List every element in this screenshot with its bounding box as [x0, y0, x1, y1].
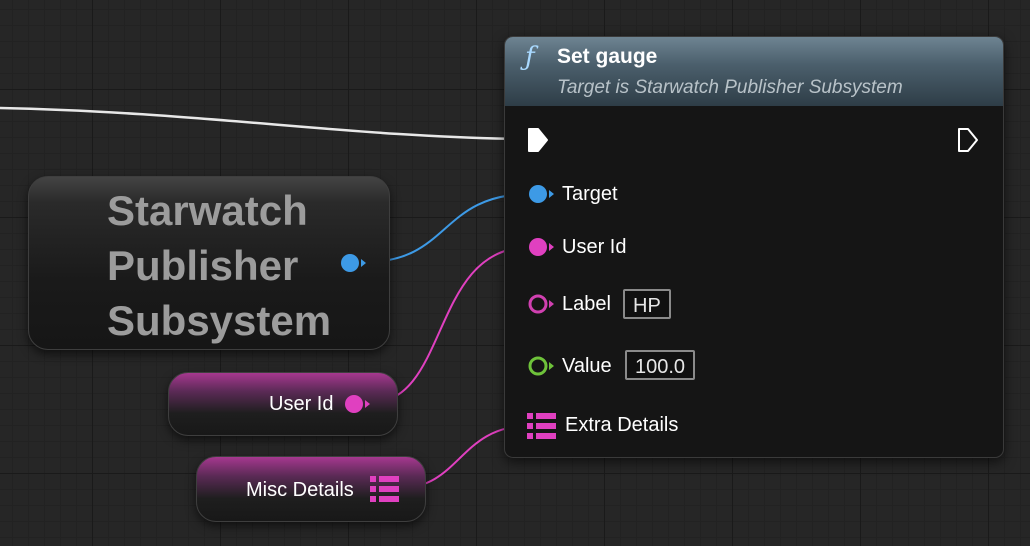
- user-id-output-pin-icon[interactable]: [343, 393, 371, 415]
- exec-in-pin-icon[interactable]: [527, 127, 549, 153]
- subsystem-variable-node[interactable]: Starwatch Publisher Subsystem: [28, 176, 390, 350]
- node-header[interactable]: ƒ Set gauge Target is Starwatch Publishe…: [505, 37, 1003, 106]
- node-subtitle: Target is Starwatch Publisher Subsystem: [557, 77, 903, 98]
- value-pin-label: Value: [562, 355, 612, 377]
- extra-details-pin-icon[interactable]: [527, 412, 557, 440]
- label-pin-label: Label: [562, 293, 611, 315]
- exec-out-pin-icon[interactable]: [957, 127, 979, 153]
- subsystem-node-label: Starwatch Publisher Subsystem: [107, 183, 331, 348]
- function-icon: ƒ: [525, 42, 535, 72]
- target-pin-label: Target: [562, 183, 618, 205]
- label-default-input[interactable]: HP: [623, 289, 671, 319]
- value-pin-icon[interactable]: [527, 355, 555, 377]
- subsystem-label-line: Subsystem: [107, 297, 332, 344]
- user-id-variable-label: User Id: [269, 393, 334, 415]
- set-gauge-node[interactable]: ƒ Set gauge Target is Starwatch Publishe…: [504, 36, 1004, 458]
- target-pin-icon[interactable]: [527, 183, 555, 205]
- user-id-pin-icon[interactable]: [527, 236, 555, 258]
- node-title: Set gauge: [557, 45, 658, 68]
- subsystem-output-pin-icon[interactable]: [339, 252, 367, 274]
- misc-details-variable-label: Misc Details: [246, 479, 354, 501]
- subsystem-label-line: Starwatch: [107, 187, 308, 234]
- user-id-variable-node[interactable]: User Id: [168, 372, 398, 436]
- value-default-input[interactable]: 100.0: [625, 350, 696, 380]
- misc-details-variable-node[interactable]: Misc Details: [196, 456, 426, 522]
- extra-details-pin-label: Extra Details: [565, 414, 679, 436]
- user-id-pin-label: User Id: [562, 236, 627, 258]
- exec-wire[interactable]: [0, 106, 523, 141]
- label-pin-icon[interactable]: [527, 293, 555, 315]
- subsystem-label-line: Publisher: [107, 242, 299, 289]
- misc-details-output-pin-icon[interactable]: [370, 475, 400, 503]
